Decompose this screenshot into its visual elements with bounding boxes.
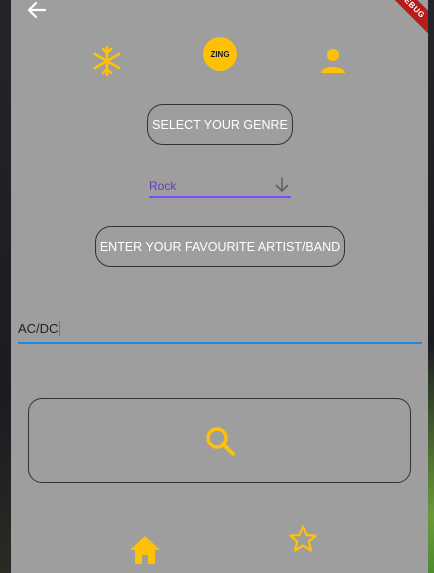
select-genre-button[interactable]: SELECT YOUR GENRE bbox=[147, 104, 293, 145]
genre-dropdown-value: Rock bbox=[149, 179, 177, 193]
genre-dropdown[interactable]: Rock bbox=[149, 176, 291, 198]
person-icon[interactable] bbox=[319, 47, 347, 75]
search-icon bbox=[205, 426, 235, 456]
arrow-down-icon bbox=[275, 177, 289, 192]
search-button[interactable] bbox=[28, 398, 411, 483]
device-edge-left bbox=[0, 0, 11, 573]
enter-artist-button[interactable]: ENTER YOUR FAVOURITE ARTIST/BAND bbox=[95, 226, 345, 267]
arrow-back-icon bbox=[27, 1, 47, 19]
snowflake-icon[interactable] bbox=[91, 45, 123, 77]
text-caret bbox=[59, 321, 61, 336]
app-screen: DEBUG ZING SELECT YOUR GENRE Rock ENTER … bbox=[11, 0, 428, 573]
device-edge-right bbox=[428, 0, 434, 573]
artist-input-value: AC/DC bbox=[18, 321, 61, 336]
back-button[interactable] bbox=[25, 0, 47, 20]
artist-input[interactable]: AC/DC bbox=[18, 317, 422, 344]
star-outline-icon[interactable] bbox=[288, 524, 318, 554]
debug-banner: DEBUG bbox=[375, 0, 428, 43]
zing-logo: ZING bbox=[203, 37, 237, 71]
home-icon[interactable] bbox=[128, 533, 162, 567]
